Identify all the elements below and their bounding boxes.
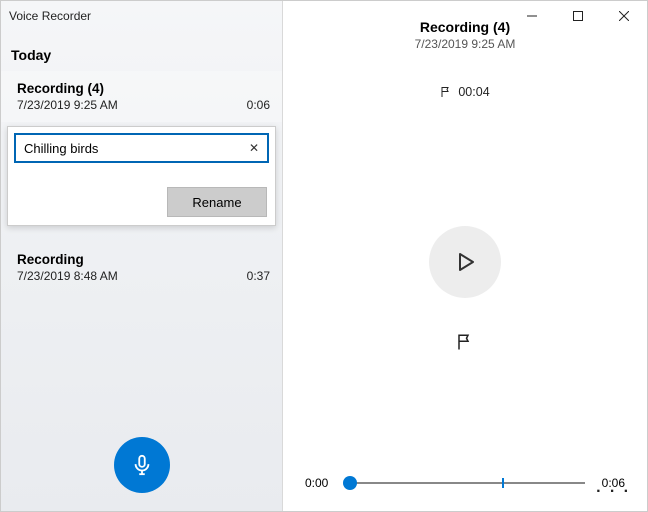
timeline-thumb[interactable] (343, 476, 357, 490)
maximize-button[interactable] (555, 1, 601, 31)
timeline-marker (502, 478, 504, 488)
recording-title: Recording (4) (17, 81, 270, 96)
timeline-current: 0:00 (305, 476, 335, 490)
window-controls (509, 1, 647, 31)
record-button[interactable] (114, 437, 170, 493)
timeline-track[interactable] (345, 473, 585, 493)
maximize-icon (573, 11, 583, 21)
marker-time: 00:04 (283, 85, 647, 99)
recording-item[interactable]: Recording 7/23/2019 8:48 AM 0:37 (1, 242, 282, 293)
player-pane: Recording (4) 7/23/2019 9:25 AM 00:04 0:… (283, 1, 647, 511)
player-timestamp: 7/23/2019 9:25 AM (283, 37, 647, 51)
close-icon (619, 11, 629, 21)
rename-input[interactable] (14, 133, 269, 163)
minimize-icon (527, 11, 537, 21)
recording-duration: 0:37 (247, 269, 270, 283)
section-today: Today (1, 31, 282, 71)
timeline-line (345, 482, 585, 484)
more-button[interactable]: · · · (590, 479, 637, 505)
recording-item[interactable]: Recording (4) 7/23/2019 9:25 AM 0:06 (1, 71, 282, 122)
minimize-button[interactable] (509, 1, 555, 31)
clear-input-icon[interactable]: ✕ (241, 135, 267, 161)
app-window: Voice Recorder Today Recording (4) 7/23/… (0, 0, 648, 512)
play-icon (453, 250, 477, 274)
rename-button[interactable]: Rename (167, 187, 267, 217)
play-area (283, 99, 647, 473)
add-marker-button[interactable] (451, 328, 479, 356)
play-button[interactable] (429, 226, 501, 298)
title-bar: Voice Recorder (1, 1, 282, 31)
close-button[interactable] (601, 1, 647, 31)
recording-duration: 0:06 (247, 98, 270, 112)
flag-icon (440, 86, 452, 98)
mic-icon (131, 454, 153, 476)
app-title: Voice Recorder (9, 9, 91, 23)
marker-time-value: 00:04 (458, 85, 489, 99)
recording-timestamp: 7/23/2019 8:48 AM (17, 269, 118, 283)
recording-title: Recording (17, 252, 270, 267)
recordings-pane: Voice Recorder Today Recording (4) 7/23/… (1, 1, 283, 511)
recording-timestamp: 7/23/2019 9:25 AM (17, 98, 118, 112)
rename-flyout: ✕ Rename (7, 126, 276, 226)
flag-icon (456, 333, 474, 351)
